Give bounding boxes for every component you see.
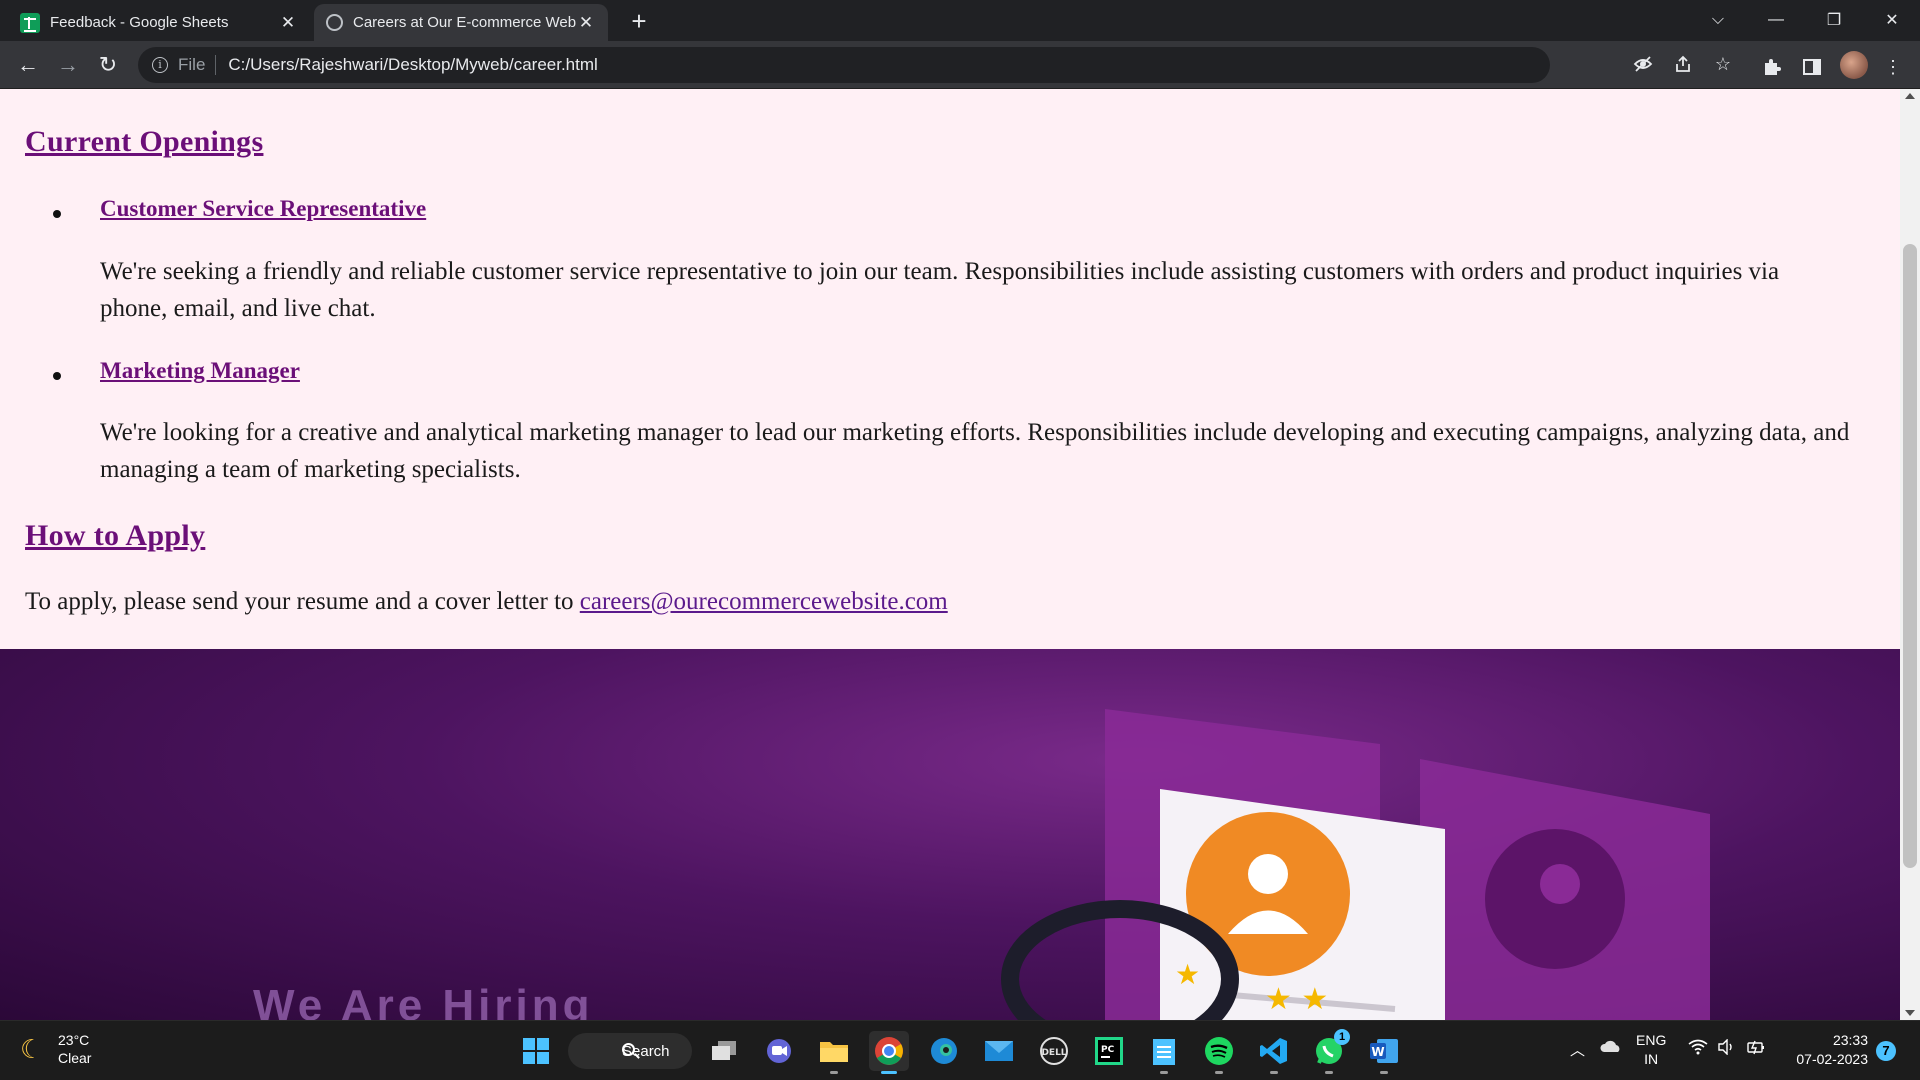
onedrive-cloud-icon[interactable] [1600, 1039, 1622, 1057]
scroll-down-arrow-icon[interactable] [1905, 1010, 1915, 1016]
job-title-link[interactable]: Customer Service Representative [100, 196, 426, 222]
browser-toolbar: ← → ↻ i File C:/Users/Rajeshwari/Desktop… [0, 41, 1920, 89]
show-hidden-icons-chevron-icon[interactable]: ︿ [1570, 1039, 1585, 1060]
close-tab-icon[interactable]: ✕ [576, 13, 596, 33]
url-scheme: File [178, 55, 206, 74]
weather-condition: Clear [58, 1050, 92, 1066]
running-indicator [1380, 1071, 1388, 1074]
running-indicator [1270, 1071, 1278, 1074]
svg-text:★ ★: ★ ★ [1265, 982, 1328, 1017]
running-indicator [881, 1071, 897, 1074]
tab-search-dropdown-icon[interactable]: ⌵ [1696, 4, 1740, 36]
vscode-icon[interactable] [1254, 1031, 1294, 1074]
job-description: We're seeking a friendly and reliable cu… [100, 258, 1780, 322]
tab-title: Careers at Our E-commerce Web [353, 14, 576, 31]
whatsapp-icon[interactable]: 1 [1309, 1029, 1350, 1074]
close-tab-icon[interactable]: ✕ [278, 13, 298, 33]
url-text: C:/Users/Rajeshwari/Desktop/Myweb/career… [228, 55, 598, 74]
globe-icon [326, 14, 343, 31]
page-viewport: Current Openings Customer Service Repres… [0, 89, 1900, 1020]
list-bullet [53, 210, 61, 218]
scroll-up-arrow-icon[interactable] [1905, 93, 1915, 99]
tab-strip: Feedback - Google Sheets ✕ Careers at Ou… [0, 0, 1920, 41]
minimize-button[interactable]: — [1754, 4, 1798, 36]
menu-kebab-icon[interactable]: ⋮ [1881, 55, 1905, 79]
email-link[interactable]: careers@ourecommercewebsite.com [580, 588, 948, 615]
hiring-banner-image: We Are Hiring ★ ★ ★ [0, 649, 1900, 1020]
weather-temp: 23°C [58, 1032, 90, 1048]
file-explorer-icon[interactable] [814, 1031, 854, 1074]
language-line2: IN [1644, 1051, 1659, 1067]
whatsapp-badge: 1 [1334, 1029, 1350, 1045]
windows-start-icon[interactable] [516, 1031, 556, 1071]
apply-instructions: To apply, please send your resume and a … [25, 588, 948, 616]
tab-careers[interactable]: Careers at Our E-commerce Web ✕ [314, 4, 608, 41]
chrome-icon[interactable] [869, 1031, 909, 1074]
scrollbar-thumb[interactable] [1903, 244, 1917, 868]
clock-date: 07-02-2023 [1796, 1051, 1868, 1067]
taskbar-search-button[interactable]: Search [568, 1033, 692, 1069]
job-description: We're looking for a creative and analyti… [100, 419, 1850, 483]
moon-icon: ☾ [20, 1034, 44, 1064]
site-info-icon[interactable]: i [152, 57, 168, 73]
tab-title: Feedback - Google Sheets [50, 14, 229, 31]
notification-badge[interactable]: 7 [1876, 1041, 1896, 1061]
weather-widget[interactable]: ☾ 23°C Clear [20, 1031, 91, 1067]
new-tab-button[interactable]: + [624, 6, 654, 36]
list-bullet [53, 372, 61, 380]
language-line1: ENG [1636, 1032, 1667, 1048]
reload-icon[interactable]: ↻ [92, 49, 124, 81]
forward-arrow-icon[interactable]: → [52, 49, 84, 81]
back-arrow-icon[interactable]: ← [12, 49, 44, 81]
divider [215, 55, 217, 75]
svg-text:★: ★ [1175, 958, 1200, 991]
volume-icon[interactable] [1717, 1038, 1737, 1059]
teams-chat-icon[interactable] [759, 1031, 799, 1071]
mail-icon[interactable] [979, 1031, 1019, 1071]
windows-taskbar: ☾ 23°C Clear Search DELL PC 1 W ︿ ENG IN… [0, 1020, 1920, 1080]
how-to-apply-heading[interactable]: How to Apply [25, 519, 205, 553]
running-indicator [830, 1071, 838, 1074]
spotify-icon[interactable] [1199, 1031, 1239, 1074]
running-indicator [1160, 1071, 1168, 1074]
side-panel-icon[interactable] [1800, 55, 1824, 79]
tab-feedback-sheets[interactable]: Feedback - Google Sheets ✕ [8, 4, 310, 41]
language-indicator[interactable]: ENG IN [1636, 1031, 1666, 1069]
search-icon [622, 1043, 635, 1056]
current-openings-heading[interactable]: Current Openings [25, 125, 263, 159]
vertical-scrollbar[interactable] [1900, 89, 1920, 1020]
share-icon[interactable] [1670, 51, 1696, 77]
battery-charging-icon[interactable] [1746, 1039, 1768, 1059]
task-view-icon[interactable] [704, 1031, 744, 1071]
pycharm-icon[interactable]: PC [1089, 1031, 1129, 1071]
wifi-icon[interactable] [1688, 1039, 1708, 1059]
svg-text:W: W [1371, 1045, 1384, 1059]
word-icon[interactable]: W [1364, 1031, 1404, 1074]
apply-text: To apply, please send your resume and a … [25, 588, 580, 615]
svg-text:DELL: DELL [1041, 1048, 1066, 1058]
address-bar[interactable]: i File C:/Users/Rajeshwari/Desktop/Myweb… [138, 47, 1550, 83]
dell-icon[interactable]: DELL [1034, 1031, 1074, 1071]
restore-button[interactable]: ❐ [1812, 4, 1856, 36]
profile-avatar[interactable] [1840, 51, 1868, 79]
job-title-link[interactable]: Marketing Manager [100, 358, 300, 384]
bookmark-star-icon[interactable]: ☆ [1710, 51, 1736, 77]
svg-text:PC: PC [1101, 1045, 1115, 1055]
resume-illustration: ★ ★ ★ [1001, 709, 1710, 1020]
extensions-puzzle-icon[interactable] [1760, 55, 1784, 79]
eye-slash-icon[interactable] [1630, 51, 1656, 77]
running-indicator [1325, 1071, 1333, 1074]
notepad-icon[interactable] [1144, 1031, 1184, 1074]
close-window-button[interactable]: ✕ [1870, 4, 1914, 36]
running-indicator [1215, 1071, 1223, 1074]
google-sheets-icon [20, 12, 40, 33]
edge-icon[interactable] [924, 1031, 964, 1071]
system-clock[interactable]: 23:33 07-02-2023 [1788, 1031, 1868, 1069]
clock-time: 23:33 [1832, 1032, 1868, 1048]
